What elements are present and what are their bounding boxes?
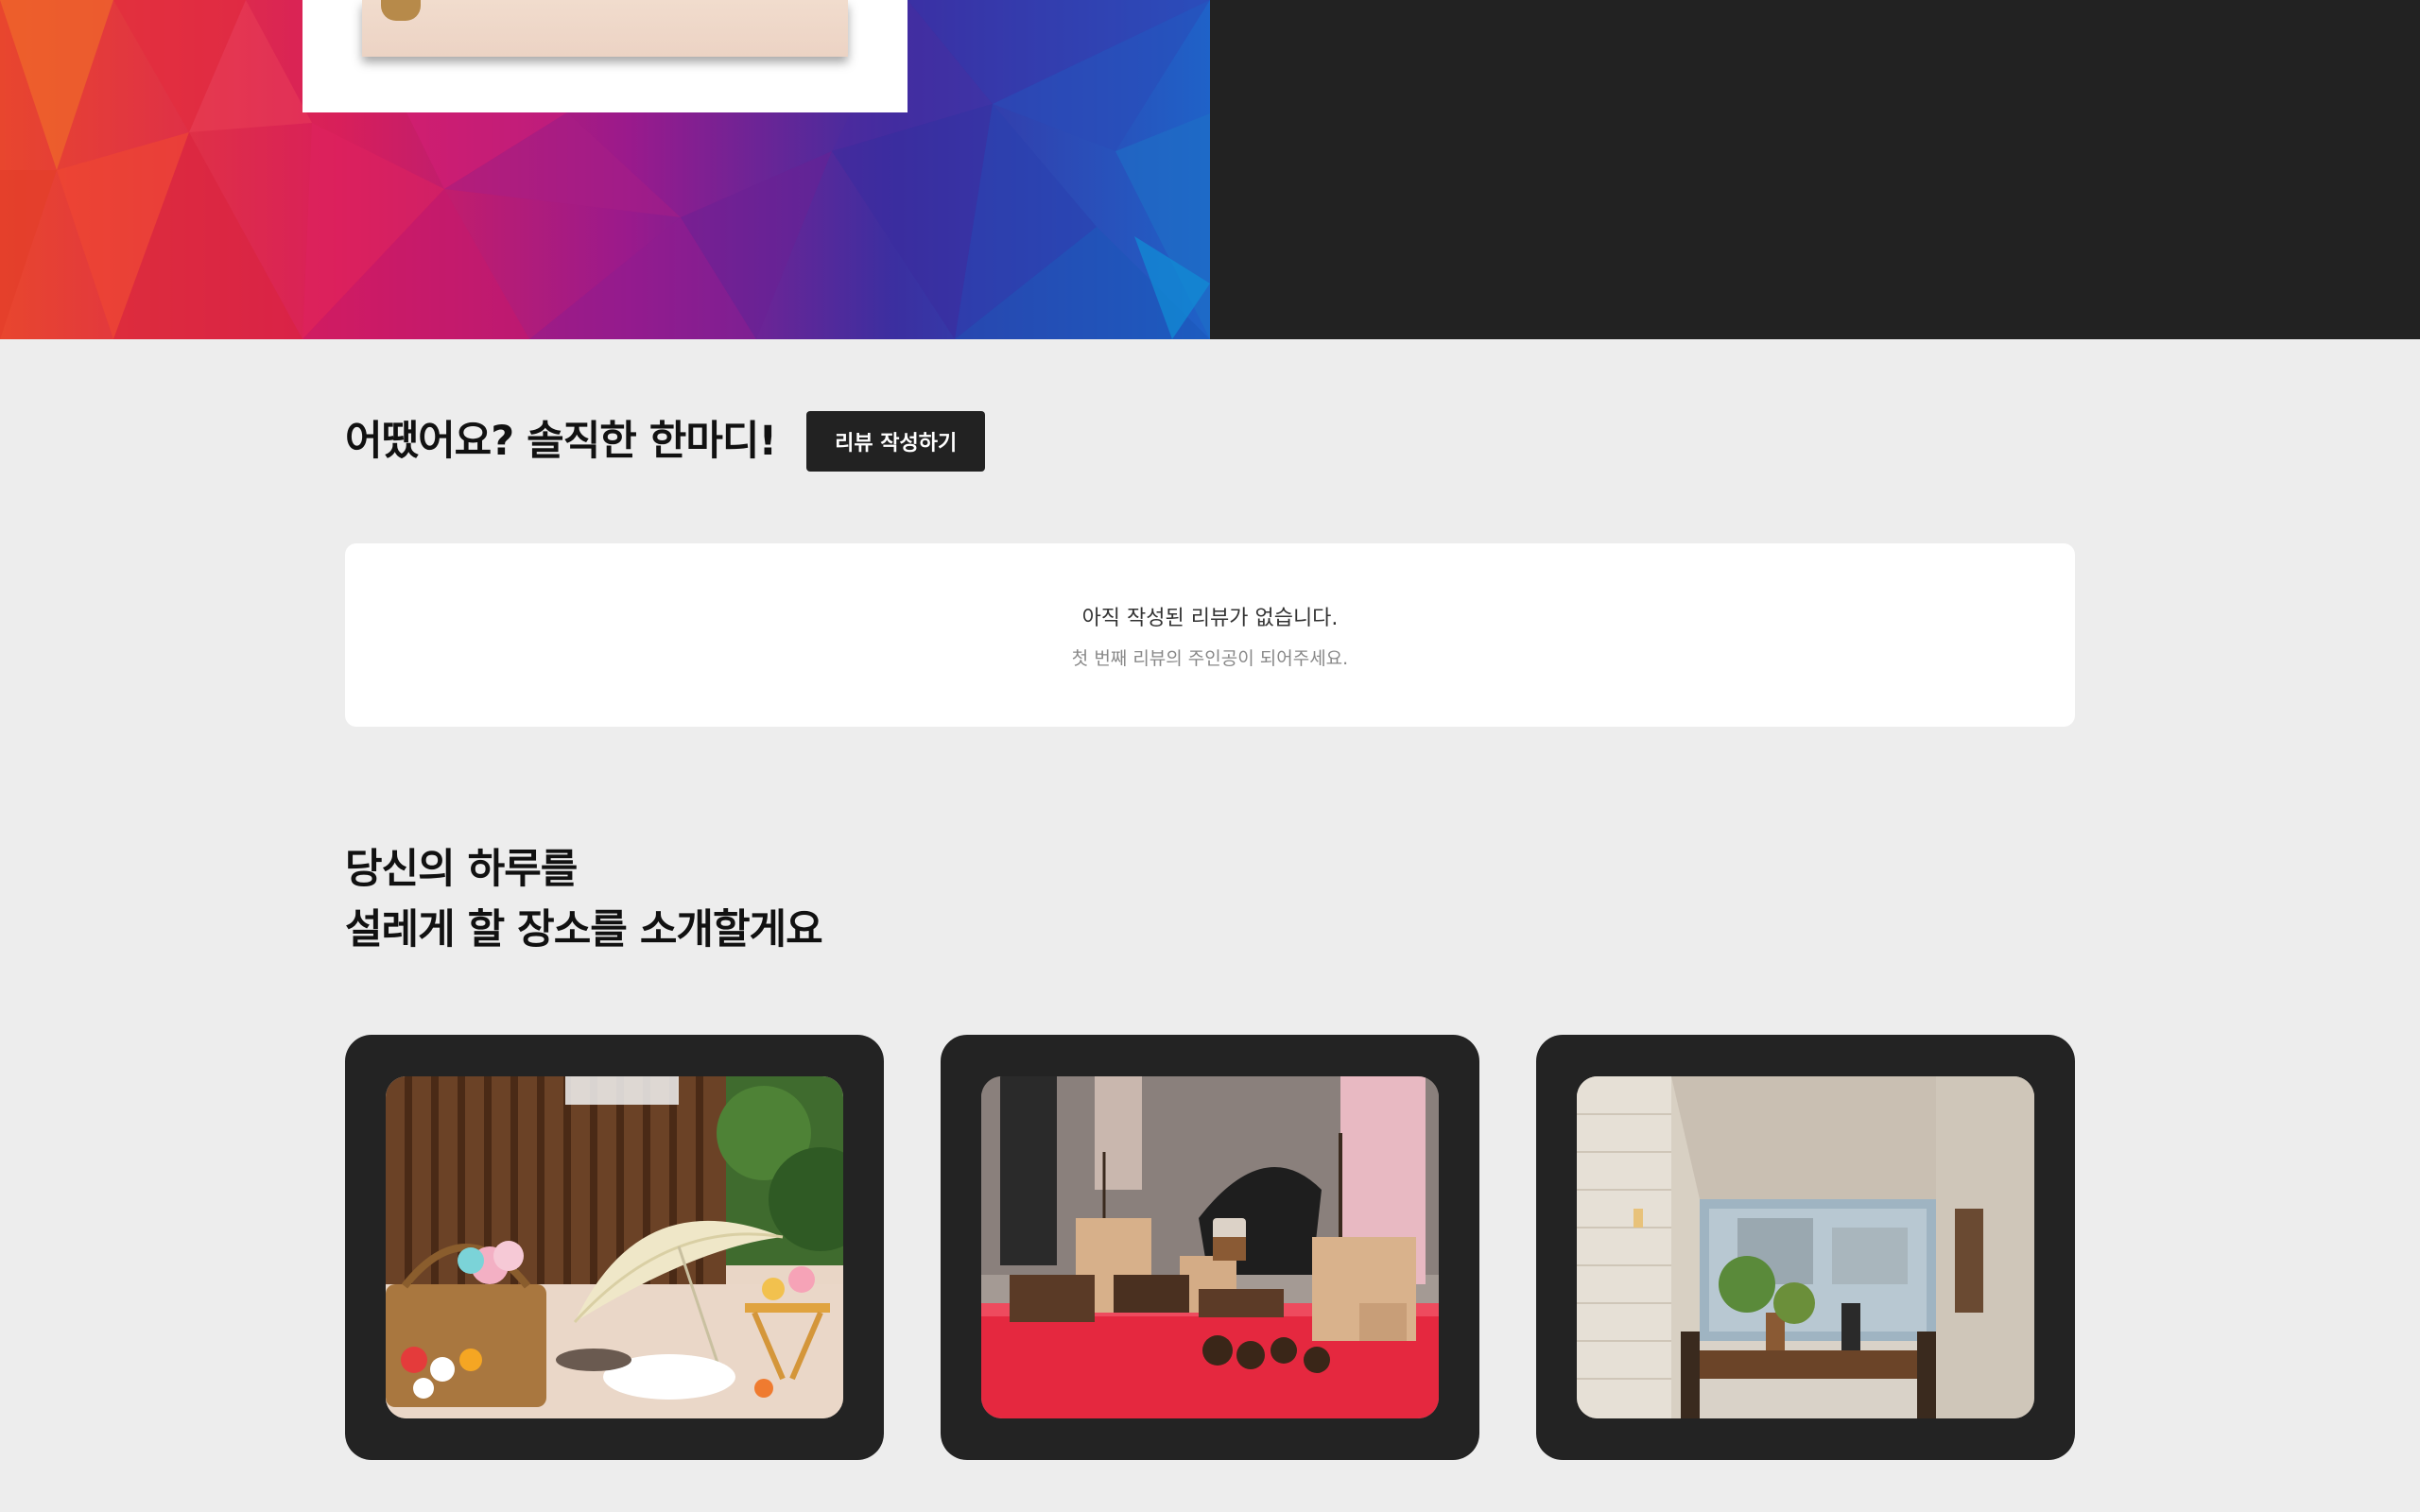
places-title-line1: 당신의 하루를 (345, 846, 578, 893)
poster-photo (362, 0, 848, 57)
cafe-interior-photo (1577, 1076, 2034, 1418)
craft-market-photo (981, 1076, 1439, 1418)
review-empty-box: 아직 작성된 리뷰가 없습니다. 첫 번째 리뷰의 주인공이 되어주세요. (345, 543, 2075, 727)
place-card-list (345, 1035, 2075, 1460)
hero-banner (0, 0, 2420, 339)
review-section-title: 어땠어요? 솔직한 한마디! (345, 418, 777, 465)
empty-review-submessage: 첫 번째 리뷰의 주인공이 되어주세요. (1071, 647, 1349, 669)
place-card-2[interactable] (941, 1035, 1479, 1460)
basket-decoration (381, 0, 421, 21)
empty-review-message: 아직 작성된 리뷰가 없습니다. (1081, 606, 1339, 630)
write-review-button[interactable]: 리뷰 작성하기 (806, 411, 986, 472)
review-header: 어땠어요? 솔직한 한마디! 리뷰 작성하기 (345, 410, 986, 472)
poster-frame (302, 0, 908, 112)
flower-picnic-photo (386, 1076, 843, 1418)
place-card-3[interactable] (1536, 1035, 2075, 1460)
places-title-line2: 설레게 할 장소를 소개할게요 (345, 906, 823, 954)
polygon-background (0, 0, 1210, 339)
hero-dark-panel (1210, 0, 2420, 339)
place-card-1[interactable] (345, 1035, 884, 1460)
places-section-title: 당신의 하루를 설레게 할 장소를 소개할게요 (345, 839, 1196, 960)
